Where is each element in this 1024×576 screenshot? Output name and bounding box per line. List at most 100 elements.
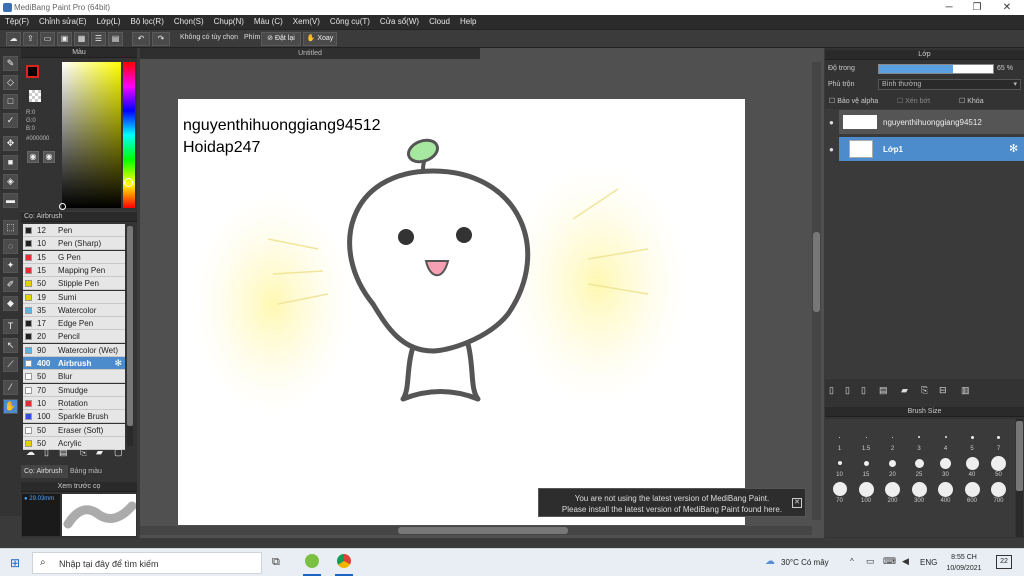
menu-color[interactable]: Màu (C) [249, 15, 288, 26]
hue-slider[interactable] [123, 62, 135, 208]
brush-scrollbar[interactable] [127, 226, 133, 446]
layers-icon[interactable]: ▤ [108, 32, 123, 46]
notification-icon[interactable]: 22 [996, 555, 1012, 569]
add-layer-menu-icon[interactable]: ▤ [879, 385, 888, 396]
palette-add-icon[interactable]: ◉ [43, 151, 55, 163]
weather-text[interactable]: 30°C Có mây [781, 558, 829, 567]
brush-item[interactable]: 15 Mapping Pen [23, 263, 125, 277]
menu-edit[interactable]: Chỉnh sửa(E) [34, 15, 92, 26]
brush-item[interactable]: 19 Sumi [23, 290, 125, 304]
protect-alpha-checkbox[interactable]: ☐ Bảo vệ alpha [829, 97, 878, 105]
brush-size-option[interactable]: 15 [854, 455, 879, 479]
brush-size-scroll-thumb[interactable] [1016, 421, 1023, 491]
update-notice[interactable]: You are not using the latest version of … [538, 488, 806, 517]
task-view-icon[interactable]: ⧉ [272, 556, 280, 569]
menu-layer[interactable]: Lớp(L) [92, 15, 126, 26]
new-layer-icon[interactable]: ▯ [829, 385, 834, 396]
brush-item[interactable]: 35 Watercolor [23, 303, 125, 317]
medibang-taskbar-icon[interactable] [305, 554, 319, 568]
brush-item[interactable]: 50 Blur [23, 370, 125, 384]
brush-size-option[interactable]: 600 [960, 481, 985, 505]
tab-brush[interactable]: Cọ: Airbrush [21, 465, 68, 478]
chat-icon[interactable]: ▣ [57, 32, 72, 46]
undo-icon[interactable]: ↶ [132, 32, 150, 46]
network-icon[interactable]: ▭ [866, 556, 875, 567]
brush-size-option[interactable]: 1.5 [854, 429, 879, 453]
brush-size-option[interactable]: 50 [986, 455, 1011, 479]
brush-size-option[interactable]: 20 [880, 455, 905, 479]
check-tool-icon[interactable]: ✓ [3, 113, 18, 128]
layer-row-selected[interactable]: Lớp1 ✻ [839, 137, 1024, 161]
menu-help[interactable]: Help [455, 15, 481, 26]
eye-icon[interactable]: ● [829, 118, 834, 127]
clipping-checkbox[interactable]: ☐ Xén bớt [897, 97, 930, 105]
text-tool-icon[interactable]: T [3, 319, 18, 334]
fill-rect-tool-icon[interactable]: ■ [3, 155, 18, 170]
brush-item[interactable]: 90 Watercolor (Wet) [23, 343, 125, 357]
eye-icon[interactable]: ● [829, 145, 834, 154]
horizontal-scroll-thumb[interactable] [398, 527, 568, 534]
gradient-tool-icon[interactable]: ▬ [3, 193, 18, 208]
rotate-button[interactable]: ✋ Xoay [303, 32, 337, 46]
brush-size-option[interactable]: 1 [827, 429, 852, 453]
hand-tool-icon[interactable]: ✋ [3, 399, 18, 414]
brush-scroll-thumb[interactable] [127, 226, 133, 426]
brush-item[interactable]: 12 Pen [23, 224, 125, 237]
brush-size-option[interactable]: 400 [933, 481, 958, 505]
cloud-icon[interactable]: ☁ [6, 32, 21, 46]
select-rect-tool-icon[interactable]: ⬚ [3, 220, 18, 235]
new-brush-icon[interactable]: ▯ [44, 447, 49, 458]
vertical-scroll-thumb[interactable] [813, 232, 820, 312]
copy-brush-icon[interactable]: ⎘ [80, 447, 87, 458]
sv-cursor[interactable] [59, 203, 66, 210]
brush-size-option[interactable]: 2 [880, 429, 905, 453]
brush-item[interactable]: 50 Eraser (Soft) [23, 423, 125, 437]
menu-snap[interactable]: Chụp(N) [209, 15, 249, 26]
saturation-value-picker[interactable] [59, 62, 121, 210]
halftone-layer-icon[interactable]: ▯ [861, 385, 866, 396]
select-eraser-tool-icon[interactable]: ◆ [3, 296, 18, 311]
brush-size-scrollbar[interactable] [1016, 419, 1023, 537]
document-canvas[interactable]: nguyenthihuonggiang94512 Hoidap247 [178, 99, 745, 525]
duplicate-icon[interactable]: ⎘ [921, 385, 928, 396]
menu-cloud[interactable]: Cloud [424, 15, 455, 26]
brush-size-option[interactable]: 4 [933, 429, 958, 453]
brush-item[interactable]: 10Rotation Symmetry [23, 396, 125, 417]
brush-size-option[interactable]: 5 [960, 429, 985, 453]
vertical-scrollbar[interactable] [812, 62, 821, 520]
select-pen-tool-icon[interactable]: ✐ [3, 277, 18, 292]
brush-tool-icon[interactable]: ✎ [3, 56, 18, 71]
menu-view[interactable]: Xem(V) [288, 15, 325, 26]
folder-icon[interactable]: ▰ [96, 447, 103, 458]
lasso-tool-icon[interactable]: ◌ [3, 239, 18, 254]
notice-close-icon[interactable]: ✕ [792, 498, 802, 508]
brush-size-option[interactable]: 7 [986, 429, 1011, 453]
comment-icon[interactable]: ▭ [40, 32, 55, 46]
brush-size-option[interactable]: 200 [880, 481, 905, 505]
volume-icon[interactable]: ◀ [902, 556, 909, 567]
blend-mode-select[interactable]: Bình thường ▾ [878, 79, 1021, 90]
menu-file[interactable]: Tệp(F) [0, 15, 34, 26]
brush-size-option[interactable]: 40 [960, 455, 985, 479]
brush-size-option[interactable]: 10 [827, 455, 852, 479]
windows-start-icon[interactable]: ⊞ [10, 556, 20, 570]
eyedropper-tool-icon[interactable]: ⁄ [3, 380, 18, 395]
minimize-button[interactable]: ─ [934, 0, 964, 15]
brush-size-option[interactable]: 70 [827, 481, 852, 505]
document-tab[interactable]: Untitled [140, 48, 480, 59]
secondary-color-swatch[interactable] [29, 90, 41, 102]
delete-layer-icon[interactable]: ▥ [961, 385, 970, 396]
chrome-taskbar-icon[interactable] [337, 554, 351, 568]
divide-tool-icon[interactable]: ⟋ [3, 357, 18, 372]
brush-item[interactable]: 100 Sparkle Brush [23, 410, 125, 424]
magic-wand-tool-icon[interactable]: ✦ [3, 258, 18, 273]
menu-filter[interactable]: Bộ lọc(R) [126, 15, 169, 26]
brush-item[interactable]: 50 Stipple Pen [23, 277, 125, 291]
brush-size-option[interactable]: 3 [907, 429, 932, 453]
menu-select[interactable]: Chọn(S) [169, 15, 209, 26]
brush-item[interactable]: 20 Pencil [23, 330, 125, 344]
new-layer-alt-icon[interactable]: ▯ [845, 385, 850, 396]
menu-tools[interactable]: Công cụ(T) [325, 15, 375, 26]
brush-item[interactable]: 10 Pen (Sharp) [23, 237, 125, 251]
operation-tool-icon[interactable]: ↖ [3, 338, 18, 353]
